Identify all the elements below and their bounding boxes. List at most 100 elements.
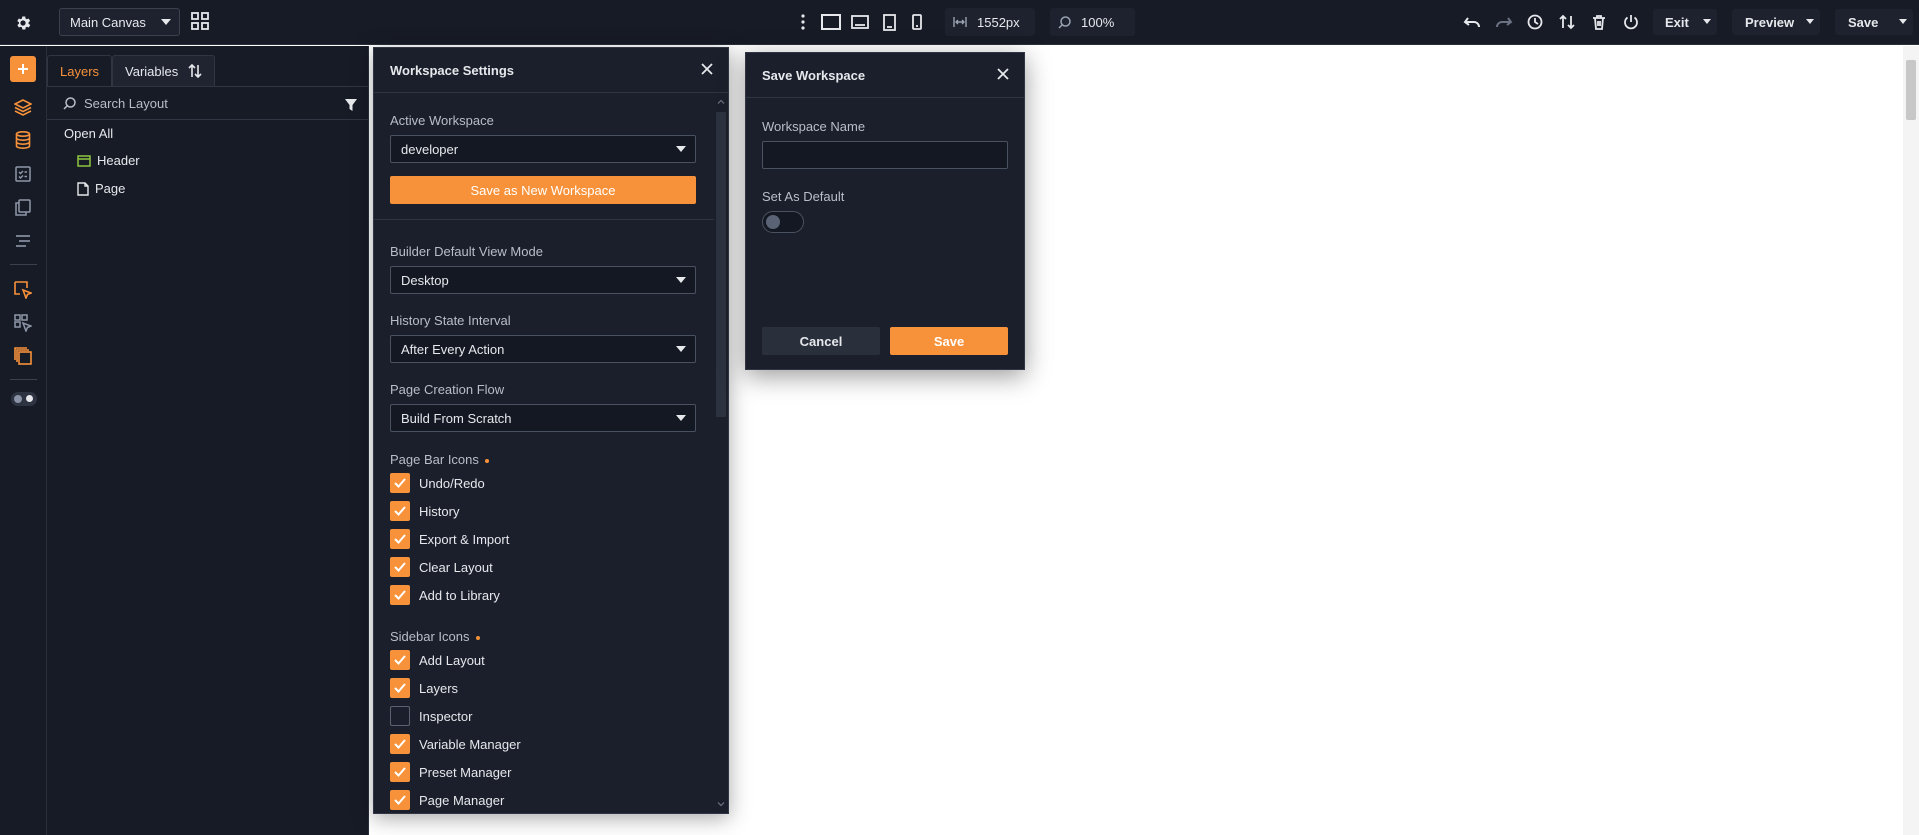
- checkbox-export-import[interactable]: Export & Import: [390, 529, 509, 549]
- set-default-toggle[interactable]: [762, 211, 804, 233]
- workspace-name-label: Workspace Name: [762, 119, 866, 134]
- checkbox[interactable]: [390, 790, 410, 810]
- theme-toggle[interactable]: [11, 392, 37, 406]
- checkbox[interactable]: [390, 529, 410, 549]
- save-workspace-button[interactable]: Save: [890, 327, 1008, 355]
- checkbox-label: Clear Layout: [419, 559, 493, 575]
- checkbox-layers[interactable]: Layers: [390, 678, 458, 698]
- library-stack-icon[interactable]: [11, 344, 35, 368]
- tab-variables[interactable]: Variables: [112, 55, 216, 86]
- tab-layers[interactable]: Layers: [47, 55, 113, 86]
- exit-label: Exit: [1665, 14, 1689, 30]
- checkbox[interactable]: [390, 501, 410, 521]
- sidebar-icons-heading: Sidebar Icons: [390, 629, 480, 644]
- checkbox[interactable]: [390, 557, 410, 577]
- check-icon: [394, 590, 406, 600]
- open-all-link[interactable]: Open All: [64, 126, 113, 141]
- tablet-portrait-icon[interactable]: [878, 11, 900, 33]
- checkbox[interactable]: [390, 678, 410, 698]
- view-mode-label: Builder Default View Mode: [390, 244, 543, 259]
- check-icon: [394, 534, 406, 544]
- cancel-button[interactable]: Cancel: [762, 327, 880, 355]
- checkbox[interactable]: [390, 762, 410, 782]
- history-interval-select[interactable]: After Every Action: [390, 335, 696, 363]
- scrollbar-thumb[interactable]: [716, 112, 726, 417]
- inspector-icon[interactable]: [11, 162, 35, 186]
- filter-icon[interactable]: [345, 99, 357, 111]
- page-bar-icons-heading: Page Bar Icons: [390, 452, 489, 467]
- close-icon[interactable]: [996, 67, 1010, 81]
- zoom-search-icon: [1058, 15, 1071, 29]
- checkbox-history[interactable]: History: [390, 501, 459, 521]
- layer-item-page[interactable]: Page: [77, 181, 125, 196]
- desktop-view-icon[interactable]: [820, 11, 842, 33]
- checkbox-undo-redo[interactable]: Undo/Redo: [390, 473, 485, 493]
- checkbox[interactable]: [390, 585, 410, 605]
- check-icon: [394, 795, 406, 805]
- checkbox[interactable]: [390, 734, 410, 754]
- layers-tabs: Layers Variables: [47, 55, 216, 86]
- layout-search[interactable]: Search Layout: [47, 87, 369, 120]
- more-options-icon[interactable]: [795, 11, 811, 33]
- settings-scroll-area: Active Workspace developer Save as New W…: [374, 94, 716, 813]
- checkbox-inspector[interactable]: Inspector: [390, 706, 472, 726]
- active-workspace-select[interactable]: developer: [390, 135, 696, 163]
- modified-dot: [475, 635, 480, 640]
- canvas-select[interactable]: Main Canvas: [59, 8, 180, 36]
- scroll-up-icon[interactable]: [717, 98, 725, 106]
- export-import-icon[interactable]: [1556, 11, 1578, 33]
- workspace-settings-modal: Workspace Settings Active Workspace deve…: [373, 47, 729, 814]
- chevron-down-icon: [1703, 19, 1711, 24]
- sidebar-divider: [10, 264, 37, 265]
- template-cursor-icon[interactable]: [11, 278, 35, 302]
- checkbox-variable-manager[interactable]: Variable Manager: [390, 734, 521, 754]
- page-creation-flow-select[interactable]: Build From Scratch: [390, 404, 696, 432]
- mobile-view-icon[interactable]: [906, 11, 928, 33]
- active-workspace-label: Active Workspace: [390, 113, 494, 128]
- undo-icon[interactable]: [1461, 11, 1483, 33]
- checkbox-label: Layers: [419, 680, 459, 696]
- redo-icon[interactable]: [1493, 11, 1515, 33]
- layer-item-header[interactable]: Header: [77, 153, 140, 168]
- zoom-field[interactable]: 100%: [1050, 8, 1135, 36]
- canvas-scrollbar-thumb[interactable]: [1906, 60, 1916, 120]
- workspace-name-input[interactable]: [762, 141, 1008, 169]
- checkbox[interactable]: [390, 706, 410, 726]
- pages-icon[interactable]: [11, 195, 35, 219]
- settings-scrollbar[interactable]: [714, 94, 728, 813]
- checkbox-preset-manager[interactable]: Preset Manager: [390, 762, 512, 782]
- settings-gear-icon[interactable]: [10, 10, 36, 36]
- modal-title: Save Workspace: [762, 67, 866, 83]
- checkbox[interactable]: [390, 650, 410, 670]
- checkbox-add-to-library[interactable]: Add to Library: [390, 585, 500, 605]
- layer-item-label: Page: [95, 181, 126, 196]
- preview-button[interactable]: Preview: [1732, 9, 1820, 35]
- clear-layout-trash-icon[interactable]: [1588, 11, 1610, 33]
- close-icon[interactable]: [700, 62, 714, 76]
- database-icon[interactable]: [11, 128, 35, 152]
- grid-view-icon[interactable]: [188, 9, 212, 33]
- checkbox-clear-layout[interactable]: Clear Layout: [390, 557, 493, 577]
- components-cursor-icon[interactable]: [11, 311, 35, 335]
- layers-icon[interactable]: [11, 95, 35, 119]
- modal-header: Workspace Settings: [374, 48, 728, 93]
- exit-button[interactable]: Exit: [1653, 9, 1717, 35]
- history-interval-label: History State Interval: [390, 313, 511, 328]
- presets-list-icon[interactable]: [11, 229, 35, 253]
- checkbox-page-manager[interactable]: Page Manager: [390, 790, 504, 810]
- section-divider: [374, 219, 716, 220]
- add-layout-plus-icon[interactable]: [10, 56, 36, 82]
- canvas-scrollbar[interactable]: [1903, 46, 1919, 835]
- save-button[interactable]: Save: [1835, 9, 1913, 35]
- tablet-landscape-icon[interactable]: [849, 11, 871, 33]
- canvas-width-value: 1552px: [977, 14, 1020, 30]
- view-mode-select[interactable]: Desktop: [390, 266, 696, 294]
- canvas-width-field[interactable]: 1552px: [945, 8, 1035, 36]
- history-clock-icon[interactable]: [1524, 11, 1546, 33]
- scroll-down-icon[interactable]: [717, 800, 725, 808]
- save-new-workspace-button[interactable]: Save as New Workspace: [390, 176, 696, 204]
- power-icon[interactable]: [1620, 11, 1642, 33]
- checkbox-label: Preset Manager: [419, 764, 512, 780]
- checkbox[interactable]: [390, 473, 410, 493]
- checkbox-add-layout[interactable]: Add Layout: [390, 650, 485, 670]
